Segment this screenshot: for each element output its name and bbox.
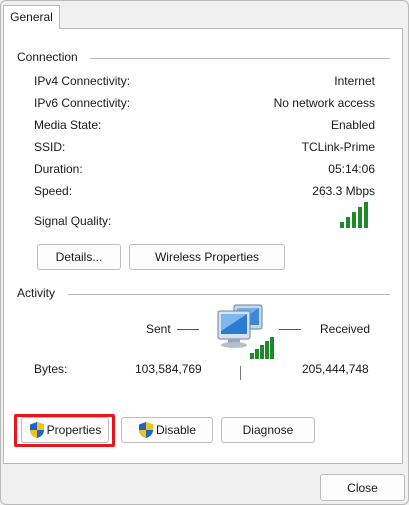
signal-bar bbox=[352, 212, 356, 228]
ipv4-value: Internet bbox=[334, 74, 375, 88]
signal-quality-label: Signal Quality: bbox=[34, 214, 112, 228]
properties-button-label: Properties bbox=[46, 423, 102, 437]
duration-label: Duration: bbox=[34, 162, 83, 176]
close-button[interactable]: Close bbox=[320, 474, 405, 501]
ipv6-value: No network access bbox=[273, 96, 375, 110]
activity-separator bbox=[240, 366, 241, 380]
media-state-value: Enabled bbox=[330, 118, 375, 132]
sent-label: Sent bbox=[146, 322, 171, 336]
properties-button[interactable]: Properties bbox=[21, 417, 109, 443]
duration-value: 05:14:06 bbox=[328, 162, 375, 176]
connection-group-divider bbox=[90, 58, 390, 59]
signal-strength-icon bbox=[340, 202, 368, 228]
media-state-label: Media State: bbox=[34, 118, 102, 132]
speed-label: Speed: bbox=[34, 184, 73, 198]
bytes-received-value: 205,444,748 bbox=[302, 362, 369, 376]
diagnose-button[interactable]: Diagnose bbox=[221, 417, 315, 443]
ipv4-label: IPv4 Connectivity: bbox=[34, 74, 131, 88]
activity-group-title: Activity bbox=[17, 286, 56, 300]
details-button[interactable]: Details... bbox=[37, 244, 121, 270]
disable-button[interactable]: Disable bbox=[121, 417, 213, 443]
ssid-label: SSID: bbox=[34, 140, 66, 154]
signal-bar bbox=[346, 217, 350, 228]
received-line bbox=[279, 329, 301, 330]
sent-line bbox=[177, 329, 199, 330]
disable-button-label: Disable bbox=[155, 423, 197, 437]
connection-group-title: Connection bbox=[17, 50, 78, 64]
tab-general[interactable]: General bbox=[3, 5, 60, 29]
wireless-properties-button[interactable]: Wireless Properties bbox=[129, 244, 285, 270]
activity-group-divider bbox=[68, 294, 390, 295]
uac-shield-icon bbox=[29, 421, 45, 439]
network-computers-icon bbox=[217, 304, 274, 359]
signal-bar bbox=[358, 207, 362, 228]
speed-value: 263.3 Mbps bbox=[312, 184, 375, 198]
received-label: Received bbox=[320, 322, 371, 336]
bytes-label: Bytes: bbox=[34, 362, 68, 376]
ipv6-label: IPv6 Connectivity: bbox=[34, 96, 131, 110]
bytes-sent-value: 103,584,769 bbox=[135, 362, 202, 376]
signal-bar bbox=[340, 222, 344, 228]
ssid-value: TCLink-Prime bbox=[301, 140, 375, 154]
signal-bar bbox=[364, 202, 368, 228]
uac-shield-icon bbox=[138, 421, 154, 439]
